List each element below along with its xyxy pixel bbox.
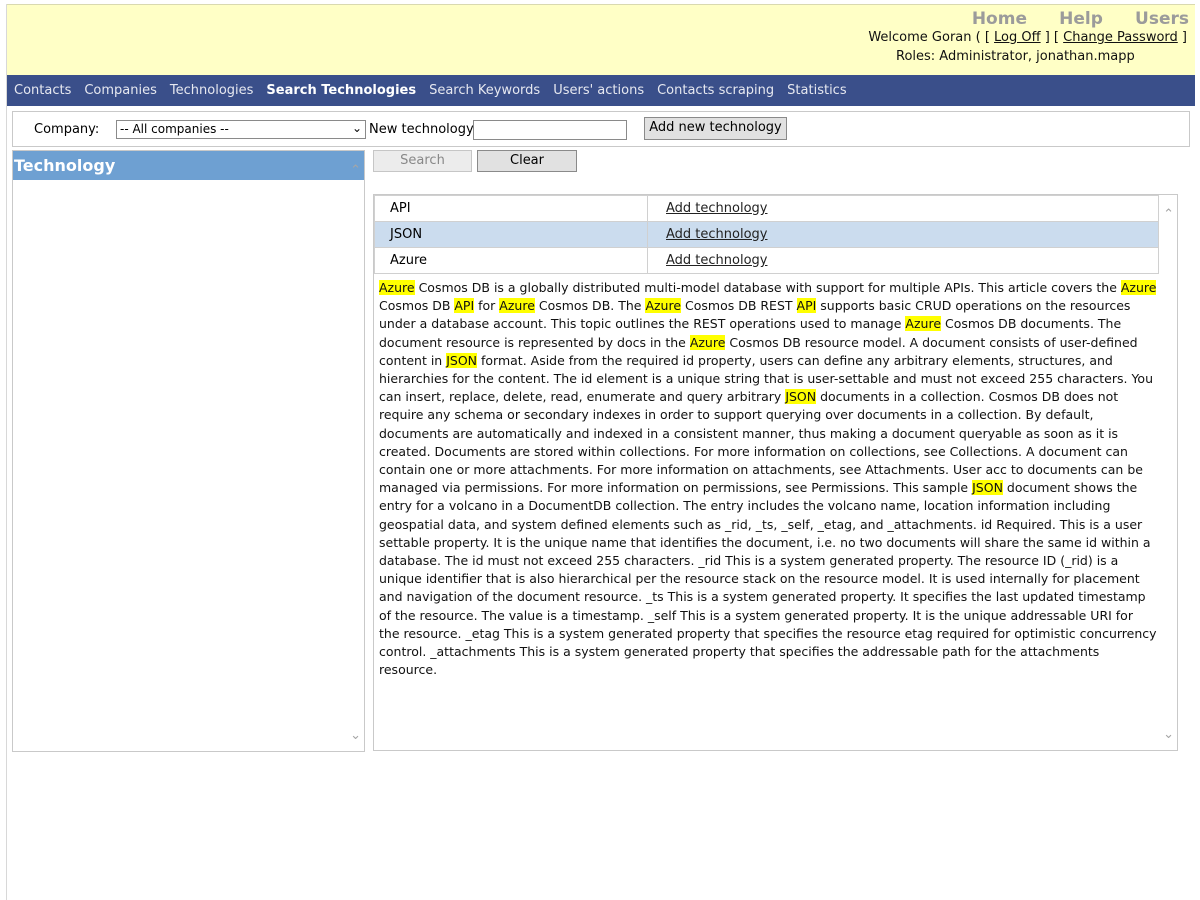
nav-list: Contacts Companies Technologies Search T… (7, 75, 1195, 106)
top-links: Home Help Users (944, 9, 1189, 29)
nav-item-technologies[interactable]: Technologies (170, 83, 254, 98)
scroll-down-icon[interactable]: ⌄ (1163, 727, 1174, 742)
search-term-highlight: Azure (1120, 280, 1157, 295)
log-off-link[interactable]: Log Off (994, 30, 1041, 45)
search-term-highlight: Azure (645, 298, 682, 314)
chevron-down-icon: ⌄ (351, 121, 362, 135)
home-link[interactable]: Home (972, 9, 1027, 29)
help-link[interactable]: Help (1059, 9, 1103, 29)
nav-item-statistics[interactable]: Statistics (787, 83, 846, 98)
table-row[interactable]: API Add technology (374, 195, 1159, 222)
search-term-highlight: Azure (689, 334, 726, 350)
users-link[interactable]: Users (1135, 9, 1189, 29)
action-cell: Add technology (647, 221, 1159, 248)
welcome-text: Welcome Goran ( [ Log Off ] [ Change Pas… (868, 30, 1187, 45)
document-text: Azure Cosmos DB is a globally distribute… (379, 280, 1157, 678)
main-nav: Contacts Companies Technologies Search T… (7, 75, 1195, 106)
results-panel: API Add technology JSON Add technology A… (373, 194, 1178, 751)
nav-item-contacts-scraping[interactable]: Contacts scraping (657, 83, 774, 98)
search-term-highlight: JSON (785, 389, 817, 405)
search-term-highlight: Azure (905, 316, 942, 332)
table-row[interactable]: JSON Add technology (374, 221, 1159, 248)
add-new-technology-button[interactable]: Add new technology (644, 117, 787, 140)
search-term-highlight: JSON (446, 352, 478, 368)
add-technology-link[interactable]: Add technology (666, 201, 768, 216)
technology-list-panel: Technology ⌃ ⌄ (12, 150, 365, 752)
table-row[interactable]: Azure Add technology (374, 247, 1159, 274)
search-term-highlight: Azure (379, 280, 415, 295)
technology-name: API (374, 195, 648, 222)
search-term-highlight: API (796, 298, 817, 314)
header: Home Help Users Welcome Goran ( [ Log Of… (7, 4, 1195, 76)
search-button[interactable]: Search (373, 150, 472, 172)
clear-button[interactable]: Clear (477, 150, 577, 172)
search-term-highlight: API (454, 298, 475, 314)
nav-item-search-keywords[interactable]: Search Keywords (429, 83, 540, 98)
roles-text: Roles: Administrator, jonathan.mapp (896, 49, 1135, 64)
nav-item-search-technologies[interactable]: Search Technologies (266, 83, 416, 98)
company-select[interactable]: -- All companies -- ⌄ (116, 120, 366, 139)
action-cell: Add technology (647, 247, 1159, 274)
nav-item-contacts[interactable]: Contacts (14, 83, 71, 98)
nav-item-companies[interactable]: Companies (84, 83, 157, 98)
search-term-highlight: Azure (499, 298, 535, 314)
search-term-highlight: JSON (972, 480, 1003, 496)
scroll-down-icon[interactable]: ⌄ (350, 728, 361, 743)
technology-name: JSON (374, 221, 648, 248)
welcome-prefix: Welcome Goran ( [ (868, 30, 995, 45)
welcome-middle: ] [ (1040, 30, 1064, 45)
add-technology-link[interactable]: Add technology (666, 253, 768, 268)
change-password-link[interactable]: Change Password (1063, 30, 1178, 45)
new-technology-label: New technology: (369, 122, 478, 137)
scroll-up-icon[interactable]: ⌃ (1163, 207, 1174, 222)
scroll-up-icon[interactable]: ⌃ (350, 163, 361, 178)
technology-table: API Add technology JSON Add technology A… (374, 195, 1159, 274)
company-label: Company: (34, 122, 100, 137)
toolbar: Company: -- All companies -- ⌄ New techn… (12, 111, 1190, 147)
add-technology-link[interactable]: Add technology (666, 227, 768, 242)
new-technology-input[interactable] (473, 120, 627, 140)
nav-item-users-actions[interactable]: Users' actions (553, 83, 644, 98)
action-cell: Add technology (647, 195, 1159, 222)
technology-name: Azure (374, 247, 648, 274)
company-select-value: -- All companies -- (120, 122, 229, 136)
welcome-suffix: ] (1177, 30, 1187, 45)
page: Home Help Users Welcome Goran ( [ Log Of… (6, 4, 1195, 900)
technology-table-body: API Add technology JSON Add technology A… (374, 195, 1159, 274)
technology-header: Technology (13, 151, 364, 180)
